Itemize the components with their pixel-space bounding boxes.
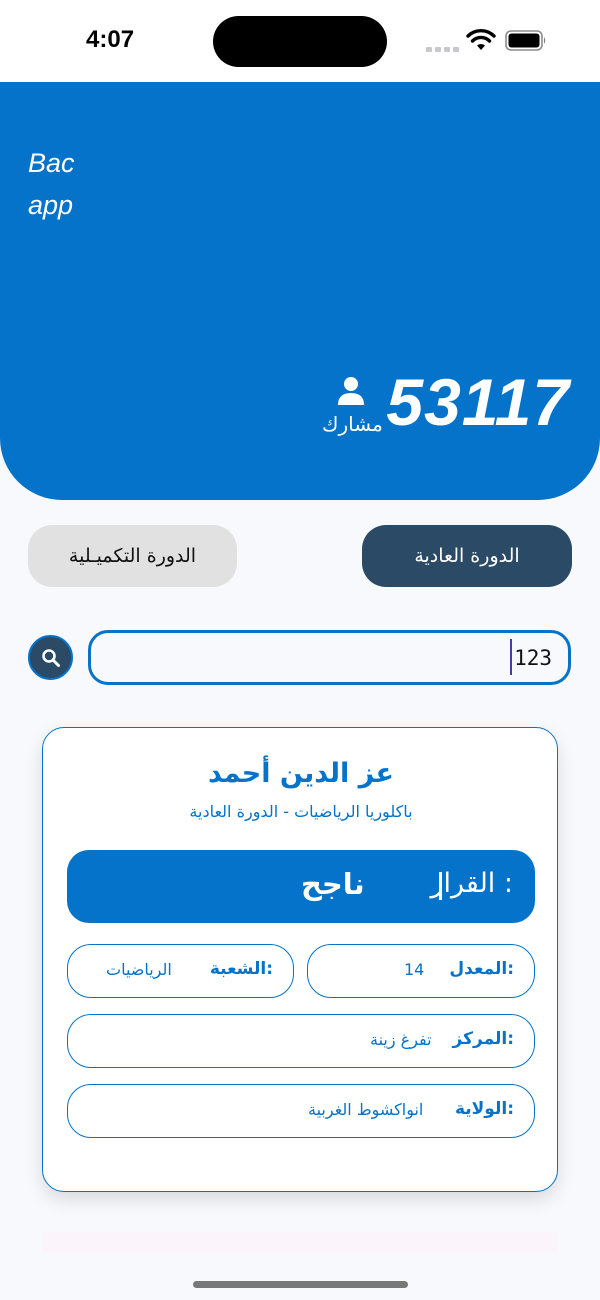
average-field: المعدل: 14 <box>307 944 535 998</box>
average-value: 14 <box>404 960 425 979</box>
person-icon <box>338 377 364 405</box>
branch-label: الشعبة: <box>209 959 273 979</box>
text-caret <box>510 639 512 675</box>
state-value: انواكشوط الغربية <box>308 1100 424 1119</box>
decision-label: القرار : <box>430 868 513 899</box>
complementary-session-button[interactable]: الدورة التكميـلية <box>28 525 237 587</box>
home-indicator <box>193 1281 408 1288</box>
state-field: الولاية: انواكشوط الغربية <box>67 1084 535 1138</box>
dynamic-island <box>213 16 387 67</box>
state-label: الولاية: <box>454 1099 514 1119</box>
center-value: تفرغ زينة <box>370 1030 432 1049</box>
app-title-line2: app <box>28 190 74 220</box>
search-icon <box>41 648 60 667</box>
exam-subtitle: باكلوريا الرياضيات - الدورة العادية <box>189 802 413 821</box>
participants-label: مشارك <box>322 412 383 436</box>
status-time: 4:07 <box>86 26 135 53</box>
branch-field: الشعبة: الرياضيات <box>67 944 294 998</box>
regular-session-button[interactable]: الدورة العادية <box>362 525 572 587</box>
search-input[interactable] <box>88 630 571 685</box>
header-banner: Bac app مشارك 53117 <box>0 82 600 500</box>
average-label: المعدل: <box>449 959 514 979</box>
decision-value: ناجح <box>301 867 365 901</box>
participants-count: 53117 <box>386 365 570 439</box>
wifi-icon <box>466 29 496 50</box>
branch-value: الرياضيات <box>106 960 172 979</box>
status-bar: 4:07 <box>0 0 600 82</box>
center-field: المركز: تفرغ زينة <box>67 1014 535 1068</box>
result-card: عز الدين أحمد باكلوريا الرياضيات - الدور… <box>42 727 558 1192</box>
search-button[interactable] <box>28 635 73 680</box>
decision-divider <box>439 872 442 900</box>
decision-banner: القرار : ناجح <box>67 850 535 923</box>
center-label: المركز: <box>452 1029 514 1049</box>
bottom-strip <box>42 1232 558 1252</box>
battery-icon <box>505 30 546 51</box>
cellular-signal-icon <box>426 44 460 52</box>
app-title-line1: Bac <box>28 148 75 178</box>
app-title: Bac app <box>28 142 75 226</box>
student-name: عز الدين أحمد <box>208 758 394 789</box>
